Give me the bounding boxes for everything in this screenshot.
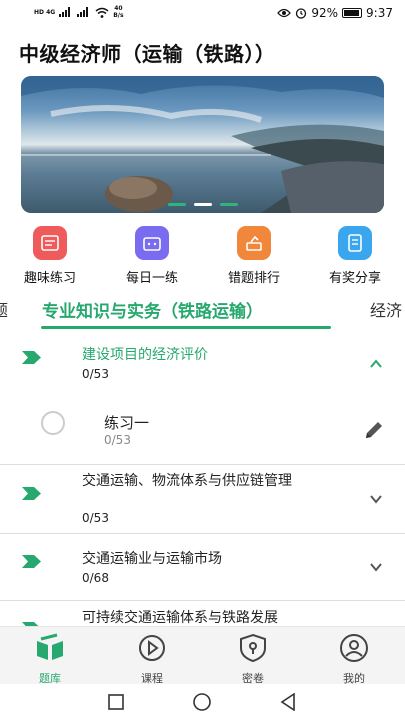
- battery-icon: [342, 8, 363, 18]
- quick-menu: 趣味练习 每日一练 错题排行 有奖分享: [0, 226, 405, 288]
- nav-mine[interactable]: 我的: [324, 633, 384, 686]
- signal-icon: [59, 7, 71, 17]
- tab-indicator: [41, 326, 331, 329]
- flag-icon: [22, 349, 42, 364]
- chevron-up-icon[interactable]: [369, 357, 383, 371]
- carousel-indicators: [21, 203, 384, 206]
- carousel-dot[interactable]: [167, 203, 186, 206]
- section-count: 0/53: [82, 367, 109, 381]
- banner-carousel[interactable]: [21, 76, 384, 213]
- divider: [0, 600, 405, 601]
- status-right: 92% 9:37: [277, 6, 393, 20]
- quick-item-label: 趣味练习: [23, 271, 76, 286]
- chevron-down-icon[interactable]: [369, 492, 383, 506]
- speed-unit: B/s: [113, 12, 124, 19]
- quick-item-share[interactable]: 有奖分享: [315, 226, 395, 286]
- profile-icon: [340, 634, 368, 662]
- battery-percent: 92%: [311, 6, 339, 20]
- section-title[interactable]: 交通运输业与运输市场: [82, 549, 342, 569]
- quick-item-label: 错题排行: [227, 271, 280, 286]
- divider: [0, 533, 405, 534]
- status-left: HD 4G 40 B/s: [34, 5, 124, 19]
- ranking-icon: [237, 226, 271, 260]
- quick-item-daily-practice[interactable]: 每日一练: [112, 226, 192, 286]
- exercise-title[interactable]: 练习一: [104, 412, 149, 433]
- quick-item-fun-practice[interactable]: 趣味练习: [10, 226, 90, 286]
- flag-icon: [22, 553, 42, 568]
- quick-item-wrong-ranking[interactable]: 错题排行: [214, 226, 294, 286]
- progress-circle: [41, 411, 65, 435]
- exercise-count: 0/53: [104, 433, 131, 447]
- tab-previous[interactable]: 题: [0, 297, 8, 321]
- section-title[interactable]: 建设项目的经济评价: [82, 345, 342, 365]
- home-icon[interactable]: [193, 693, 211, 711]
- quick-item-label: 每日一练: [125, 271, 178, 286]
- tab-next[interactable]: 经济: [370, 297, 402, 321]
- quick-item-label: 有奖分享: [328, 271, 381, 286]
- lock-shield-icon: [240, 633, 266, 663]
- section-title[interactable]: 可持续交通运输体系与铁路发展: [82, 608, 342, 628]
- nav-course[interactable]: 课程: [122, 633, 182, 686]
- play-icon: [139, 635, 165, 661]
- alarm-icon: [296, 8, 307, 19]
- bottom-nav: 题库 课程 密卷 我的: [0, 626, 405, 686]
- network-speed: 40 B/s: [113, 5, 123, 19]
- eye-icon: [277, 8, 292, 18]
- section-count: 0/53: [82, 511, 109, 525]
- nav-question-bank[interactable]: 题库: [20, 633, 80, 686]
- status-bar: HD 4G 40 B/s 92% 9:37: [0, 0, 405, 28]
- speed-value: 40: [114, 5, 123, 12]
- carousel-dot[interactable]: [219, 203, 238, 206]
- bag-icon: [135, 226, 169, 260]
- tab-active[interactable]: 专业知识与实务（铁路运输）: [42, 297, 263, 322]
- books-icon: [37, 633, 63, 660]
- banner-image: [21, 76, 384, 213]
- chevron-down-icon[interactable]: [369, 560, 383, 574]
- back-icon[interactable]: [280, 693, 296, 711]
- edit-icon[interactable]: [363, 419, 385, 441]
- quiz-icon: [33, 226, 67, 260]
- divider: [0, 464, 405, 465]
- clock: 9:37: [366, 6, 393, 20]
- section-title[interactable]: 交通运输、物流体系与供应链管理: [82, 471, 342, 491]
- carousel-dot-active[interactable]: [193, 203, 212, 206]
- recent-apps-icon[interactable]: [108, 694, 124, 710]
- wifi-icon: [95, 7, 109, 18]
- flag-icon: [22, 485, 42, 500]
- system-nav-bar: [0, 684, 405, 720]
- signal-icon-2: [77, 7, 89, 17]
- notebook-icon: [338, 226, 372, 260]
- page-title: 中级经济师（运输（铁路））: [19, 42, 276, 66]
- subject-tabs: 题 专业知识与实务（铁路运输） 经济: [0, 295, 405, 333]
- section-count: 0/68: [82, 571, 109, 585]
- signal-label: HD 4G: [34, 8, 56, 16]
- nav-secret-paper[interactable]: 密卷: [223, 633, 283, 686]
